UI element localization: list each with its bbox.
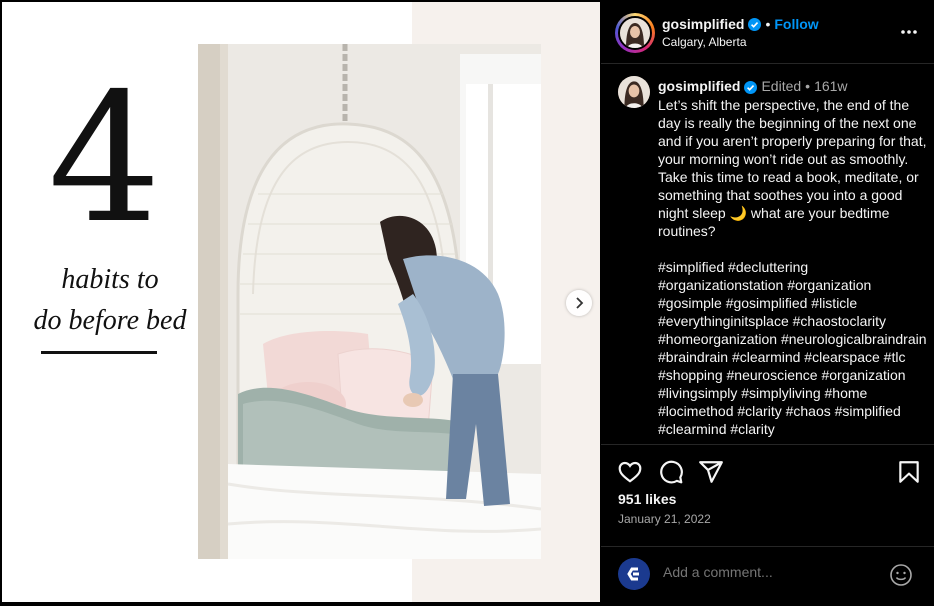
- post-header: gosimplified • Follow Calgary, Alberta: [601, 0, 934, 64]
- avatar[interactable]: [618, 16, 652, 50]
- edited-label: Edited: [761, 78, 802, 94]
- comment-icon[interactable]: [658, 459, 684, 485]
- caption-text: Let’s shift the perspective, the end of …: [658, 97, 927, 437]
- actions-section: 951 likes January 21, 2022: [601, 444, 934, 605]
- bookmark-icon[interactable]: [896, 459, 922, 485]
- header-username-row: gosimplified • Follow: [662, 16, 819, 34]
- emoji-icon[interactable]: [889, 563, 913, 587]
- caption-section: gosimplified Edited • 161w Let’s shift the …: [601, 65, 934, 444]
- share-icon[interactable]: [698, 459, 724, 485]
- media-number: 4: [48, 55, 162, 262]
- verified-badge-icon: [748, 18, 762, 32]
- post-photo: [198, 44, 541, 559]
- story-ring[interactable]: [615, 13, 655, 53]
- media-title-line-2: do before bed: [33, 305, 187, 336]
- caption-username[interactable]: gosimplified: [658, 78, 740, 94]
- add-comment-row: [601, 546, 934, 606]
- chevron-right-icon: [576, 297, 584, 309]
- current-user-avatar: [618, 558, 650, 590]
- caption-avatar[interactable]: [618, 76, 650, 108]
- avatar-image: [620, 18, 650, 48]
- more-options-icon[interactable]: [899, 24, 919, 40]
- separator-dot: •: [805, 78, 811, 94]
- follow-button[interactable]: Follow: [774, 16, 818, 32]
- post-media: 4 habits to do before bed: [2, 2, 600, 602]
- post-location[interactable]: Calgary, Alberta: [662, 35, 747, 49]
- photo-illustration: [198, 44, 541, 559]
- post-dialog: 4 habits to do before bed gosimplified •…: [0, 0, 934, 605]
- comment-input[interactable]: [663, 564, 883, 580]
- post-time-ago[interactable]: 161w: [814, 78, 847, 94]
- likes-count[interactable]: 951 likes: [618, 491, 676, 507]
- user-logo-icon: [627, 567, 639, 581]
- verified-badge-icon: [744, 80, 758, 94]
- post-date[interactable]: January 21, 2022: [618, 512, 711, 526]
- caption-header: gosimplified Edited • 161w: [658, 78, 848, 94]
- header-username[interactable]: gosimplified: [662, 16, 744, 32]
- post-side-panel: gosimplified • Follow Calgary, Alberta gos…: [601, 0, 934, 605]
- separator-dot: •: [765, 16, 771, 32]
- avatar-image: [618, 76, 650, 108]
- heart-icon[interactable]: [617, 459, 643, 485]
- title-underline: [41, 351, 157, 354]
- media-title-line-1: habits to: [61, 264, 159, 295]
- next-slide-button[interactable]: [566, 290, 592, 316]
